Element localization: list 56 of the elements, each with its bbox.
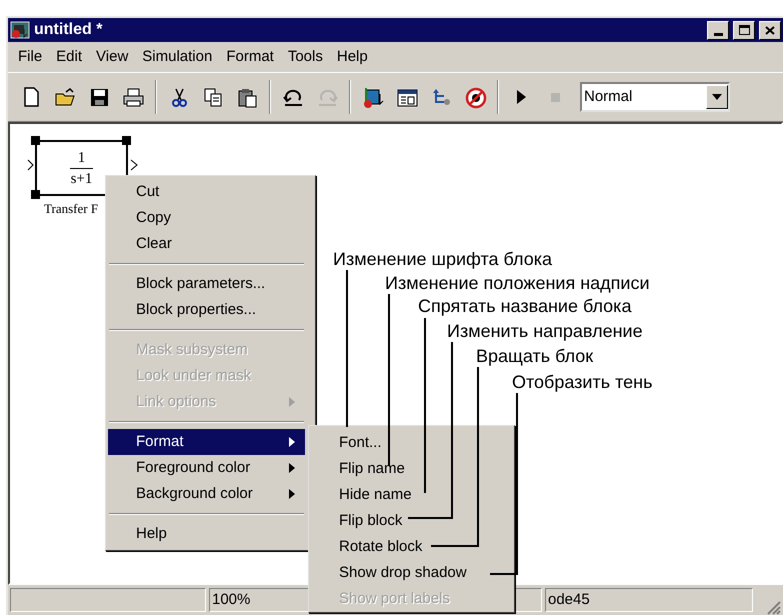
annotation-label: Изменение положения надписи (385, 273, 650, 293)
close-button[interactable] (759, 20, 781, 40)
folder-icon (54, 86, 76, 108)
menu-item[interactable]: Flip block (311, 508, 512, 534)
input-port-icon (27, 159, 34, 171)
selection-handle-icon (31, 190, 40, 199)
printer-icon (122, 86, 144, 108)
menu-item[interactable]: Help (330, 46, 374, 68)
selection-handle-icon (122, 136, 131, 145)
library-icon (362, 86, 384, 108)
menu-item[interactable]: Help (108, 521, 305, 547)
menu-item[interactable]: Show drop shadow (311, 560, 512, 586)
menu-item[interactable]: Simulation (136, 46, 218, 68)
menu-item[interactable]: Format (108, 429, 305, 455)
mode-dropdown[interactable]: Normal (580, 82, 730, 112)
resize-grip-icon[interactable] (765, 599, 781, 615)
menu-item[interactable]: Tools (282, 46, 329, 68)
block-name: Transfer F (44, 200, 98, 218)
selection-handle-icon (31, 136, 40, 145)
play-icon (516, 90, 526, 104)
window-title: untitled * (34, 20, 102, 40)
app-icon (10, 21, 30, 39)
menu-item[interactable]: Foreground color (108, 455, 305, 481)
menu-item[interactable]: View (90, 46, 134, 68)
menu-item[interactable]: Format (220, 46, 280, 68)
submenu-arrow-icon (289, 489, 295, 499)
menu-item[interactable]: Copy (108, 205, 305, 231)
annotation-label: Спрятать название блока (418, 296, 632, 316)
menu-item[interactable]: Font... (311, 430, 512, 456)
submenu-arrow-icon (289, 397, 295, 407)
menu-item[interactable]: Edit (50, 46, 88, 68)
annotation-label: Изменение шрифта блока (333, 249, 552, 269)
bug-icon (464, 86, 486, 108)
submenu-arrow-icon (289, 463, 295, 473)
menu-item[interactable]: Block parameters... (108, 271, 305, 297)
menu-item[interactable]: Background color (108, 481, 305, 507)
submenu-arrow-icon (289, 437, 295, 447)
output-port-icon (130, 159, 138, 171)
annotation-label: Изменить направление (447, 321, 643, 341)
numerator: 1 (70, 148, 94, 168)
menu-item[interactable]: Flip name (311, 456, 512, 482)
menu-item[interactable]: Hide name (311, 482, 512, 508)
maximize-button[interactable] (733, 20, 755, 40)
menu-item[interactable]: Clear (108, 231, 305, 257)
menu-item[interactable]: Rotate block (311, 534, 512, 560)
solver-name: ode45 (545, 588, 753, 612)
annotation-label: Отобразить тень (512, 372, 652, 392)
copy-icon (202, 86, 224, 108)
menu-item[interactable]: Block properties... (108, 297, 305, 323)
minimize-button[interactable] (707, 20, 729, 40)
annotation-label: Вращать блок (476, 346, 594, 366)
menu-item[interactable]: File (12, 46, 48, 68)
dropdown-value: Normal (583, 86, 634, 107)
denominator: s+1 (70, 170, 92, 188)
close-icon (765, 26, 775, 34)
stop-icon (550, 92, 560, 102)
